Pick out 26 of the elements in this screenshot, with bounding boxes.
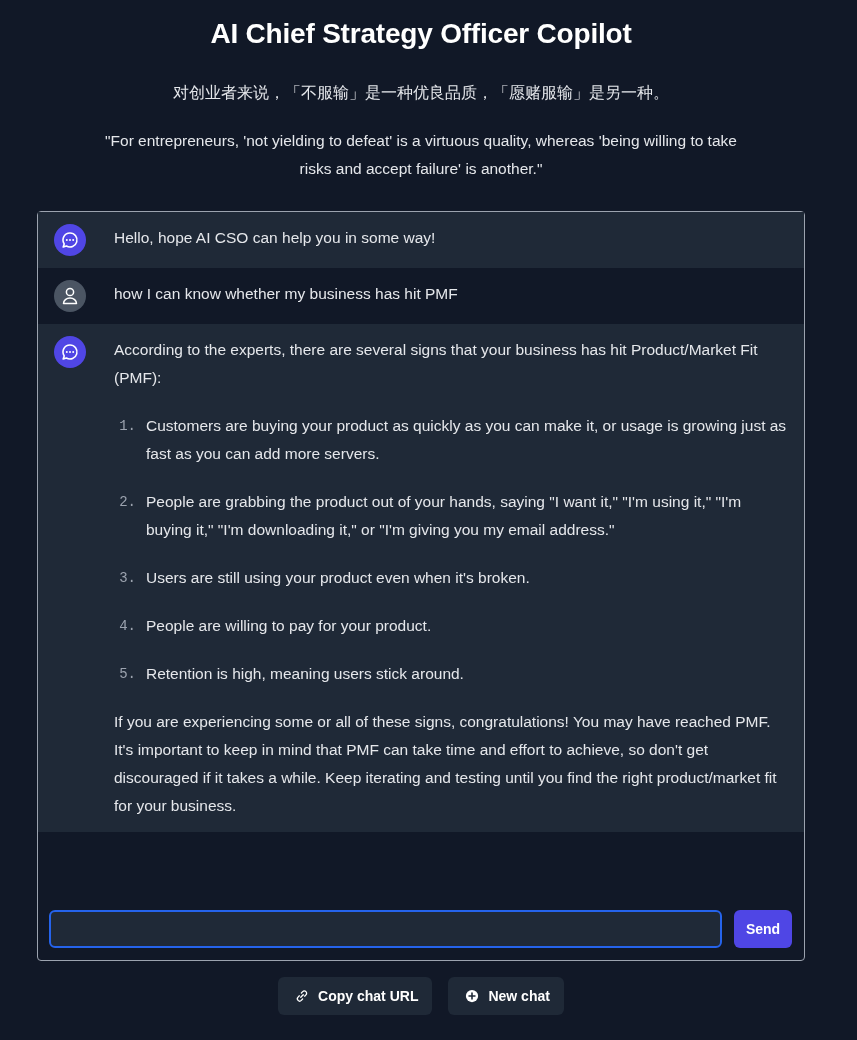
list-item-text: Customers are buying your product as quickly as you can make it, or usage is growing just as fast as you can add more servers.	[146, 416, 788, 464]
page-title: AI Chief Strategy Officer Copilot	[209, 17, 633, 51]
link-icon	[295, 989, 310, 1003]
plus-circle-icon	[465, 989, 480, 1003]
message-input[interactable]	[49, 910, 722, 948]
english-quote: "For entrepreneurs, 'not yielding to defeat' is a virtuous quality, whereas 'being willing to take risks and accept failure' is another."	[104, 131, 738, 179]
chat-bubble-icon	[54, 224, 86, 256]
message-text: According to the experts, there are several signs that your business has hit Product/Market Fit (PMF):	[114, 340, 759, 388]
message-text: how I can know whether my business has hit PMF	[114, 284, 459, 304]
new-chat-button[interactable]: New chat	[448, 977, 564, 1015]
send-button[interactable]: Send	[734, 910, 792, 948]
list-item-text: Retention is high, meaning users stick around.	[146, 664, 465, 684]
list-item-text: People are willing to pay for your product.	[146, 616, 433, 636]
list-number: 1.	[118, 417, 136, 436]
list-number: 4.	[118, 617, 136, 636]
person-icon	[54, 280, 86, 312]
copy-chat-url-button[interactable]: Copy chat URL	[278, 977, 433, 1015]
list-number: 5.	[118, 665, 136, 684]
list-number: 3.	[118, 569, 136, 588]
message-text: Hello, hope AI CSO can help you in some way!	[114, 228, 437, 248]
chat-bubble-icon	[54, 336, 86, 368]
chinese-quote: 对创业者来说，「不服输」是一种优良品质，「愿赌服输」是另一种。	[173, 83, 669, 104]
message-text: If you are experiencing some or all of these signs, congratulations! You may have reached PMF. It's important to keep in mind that PMF can take time and effort to achieve, so don't get discouraged if it takes a while. Keep iterating and testing until you find the right product/market fit for your business.	[114, 712, 778, 816]
list-item-text: People are grabbing the product out of your hands, saying "I want it," "I'm using it," "I'm buying it," "I'm downloading it," or "I'm giving you my email address."	[146, 492, 743, 540]
list-item-text: Users are still using your product even when it's broken.	[146, 568, 531, 588]
list-number: 2.	[118, 493, 136, 512]
